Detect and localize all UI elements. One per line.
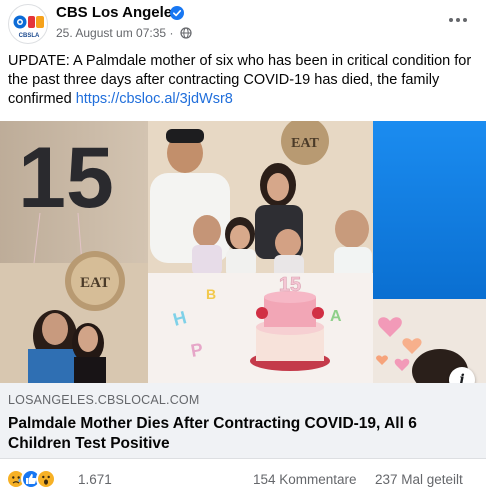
balloon-number: 15 bbox=[18, 130, 114, 226]
avatar-label: CBSLA bbox=[19, 33, 40, 39]
wow-reaction-icon bbox=[36, 469, 56, 489]
link-preview-image[interactable]: 15 EAT EAT H P B A 15 bbox=[0, 121, 486, 383]
post-link[interactable]: https://cbsloc.al/3jdWsr8 bbox=[76, 91, 233, 107]
link-domain: LOSANGELES.CBSLOCAL.COM bbox=[8, 393, 200, 407]
globe-icon[interactable] bbox=[180, 27, 192, 39]
shares-count[interactable]: 237 Mal geteilt bbox=[375, 472, 463, 487]
svg-text:B: B bbox=[206, 286, 216, 302]
post-text: UPDATE: A Palmdale mother of six who has… bbox=[8, 52, 480, 109]
cbs-logo-icon: CBSLA bbox=[13, 15, 44, 39]
page-name-link[interactable]: CBS Los Angeles bbox=[56, 4, 180, 21]
link-preview-card[interactable]: LOSANGELES.CBSLOCAL.COM Palmdale Mother … bbox=[0, 383, 486, 459]
eat-sign-left: EAT bbox=[80, 275, 110, 291]
svg-text:A: A bbox=[330, 308, 342, 325]
reaction-count[interactable]: 1.671 bbox=[78, 472, 112, 487]
verified-badge-icon bbox=[170, 6, 184, 20]
eat-sign-right: EAT bbox=[291, 136, 319, 151]
link-title[interactable]: Palmdale Mother Dies After Contracting C… bbox=[8, 414, 468, 454]
family-collage-image: 15 EAT EAT H P B A 15 bbox=[0, 121, 486, 383]
post-timestamp[interactable]: 25. August um 07:35 bbox=[56, 26, 166, 40]
post-header: CBSLA CBS Los Angeles 25. August um 07:3… bbox=[0, 0, 486, 50]
page-avatar[interactable]: CBSLA bbox=[8, 4, 48, 44]
post-meta: 25. August um 07:35 · bbox=[56, 26, 192, 40]
meta-separator: · bbox=[169, 26, 174, 40]
comments-count[interactable]: 154 Kommentare bbox=[253, 472, 357, 487]
more-options-icon[interactable] bbox=[446, 8, 470, 32]
reaction-icons[interactable] bbox=[6, 469, 56, 489]
post-footer: 1.671 154 Kommentare 237 Mal geteilt bbox=[0, 466, 486, 496]
cake-number: 15 bbox=[279, 274, 301, 296]
